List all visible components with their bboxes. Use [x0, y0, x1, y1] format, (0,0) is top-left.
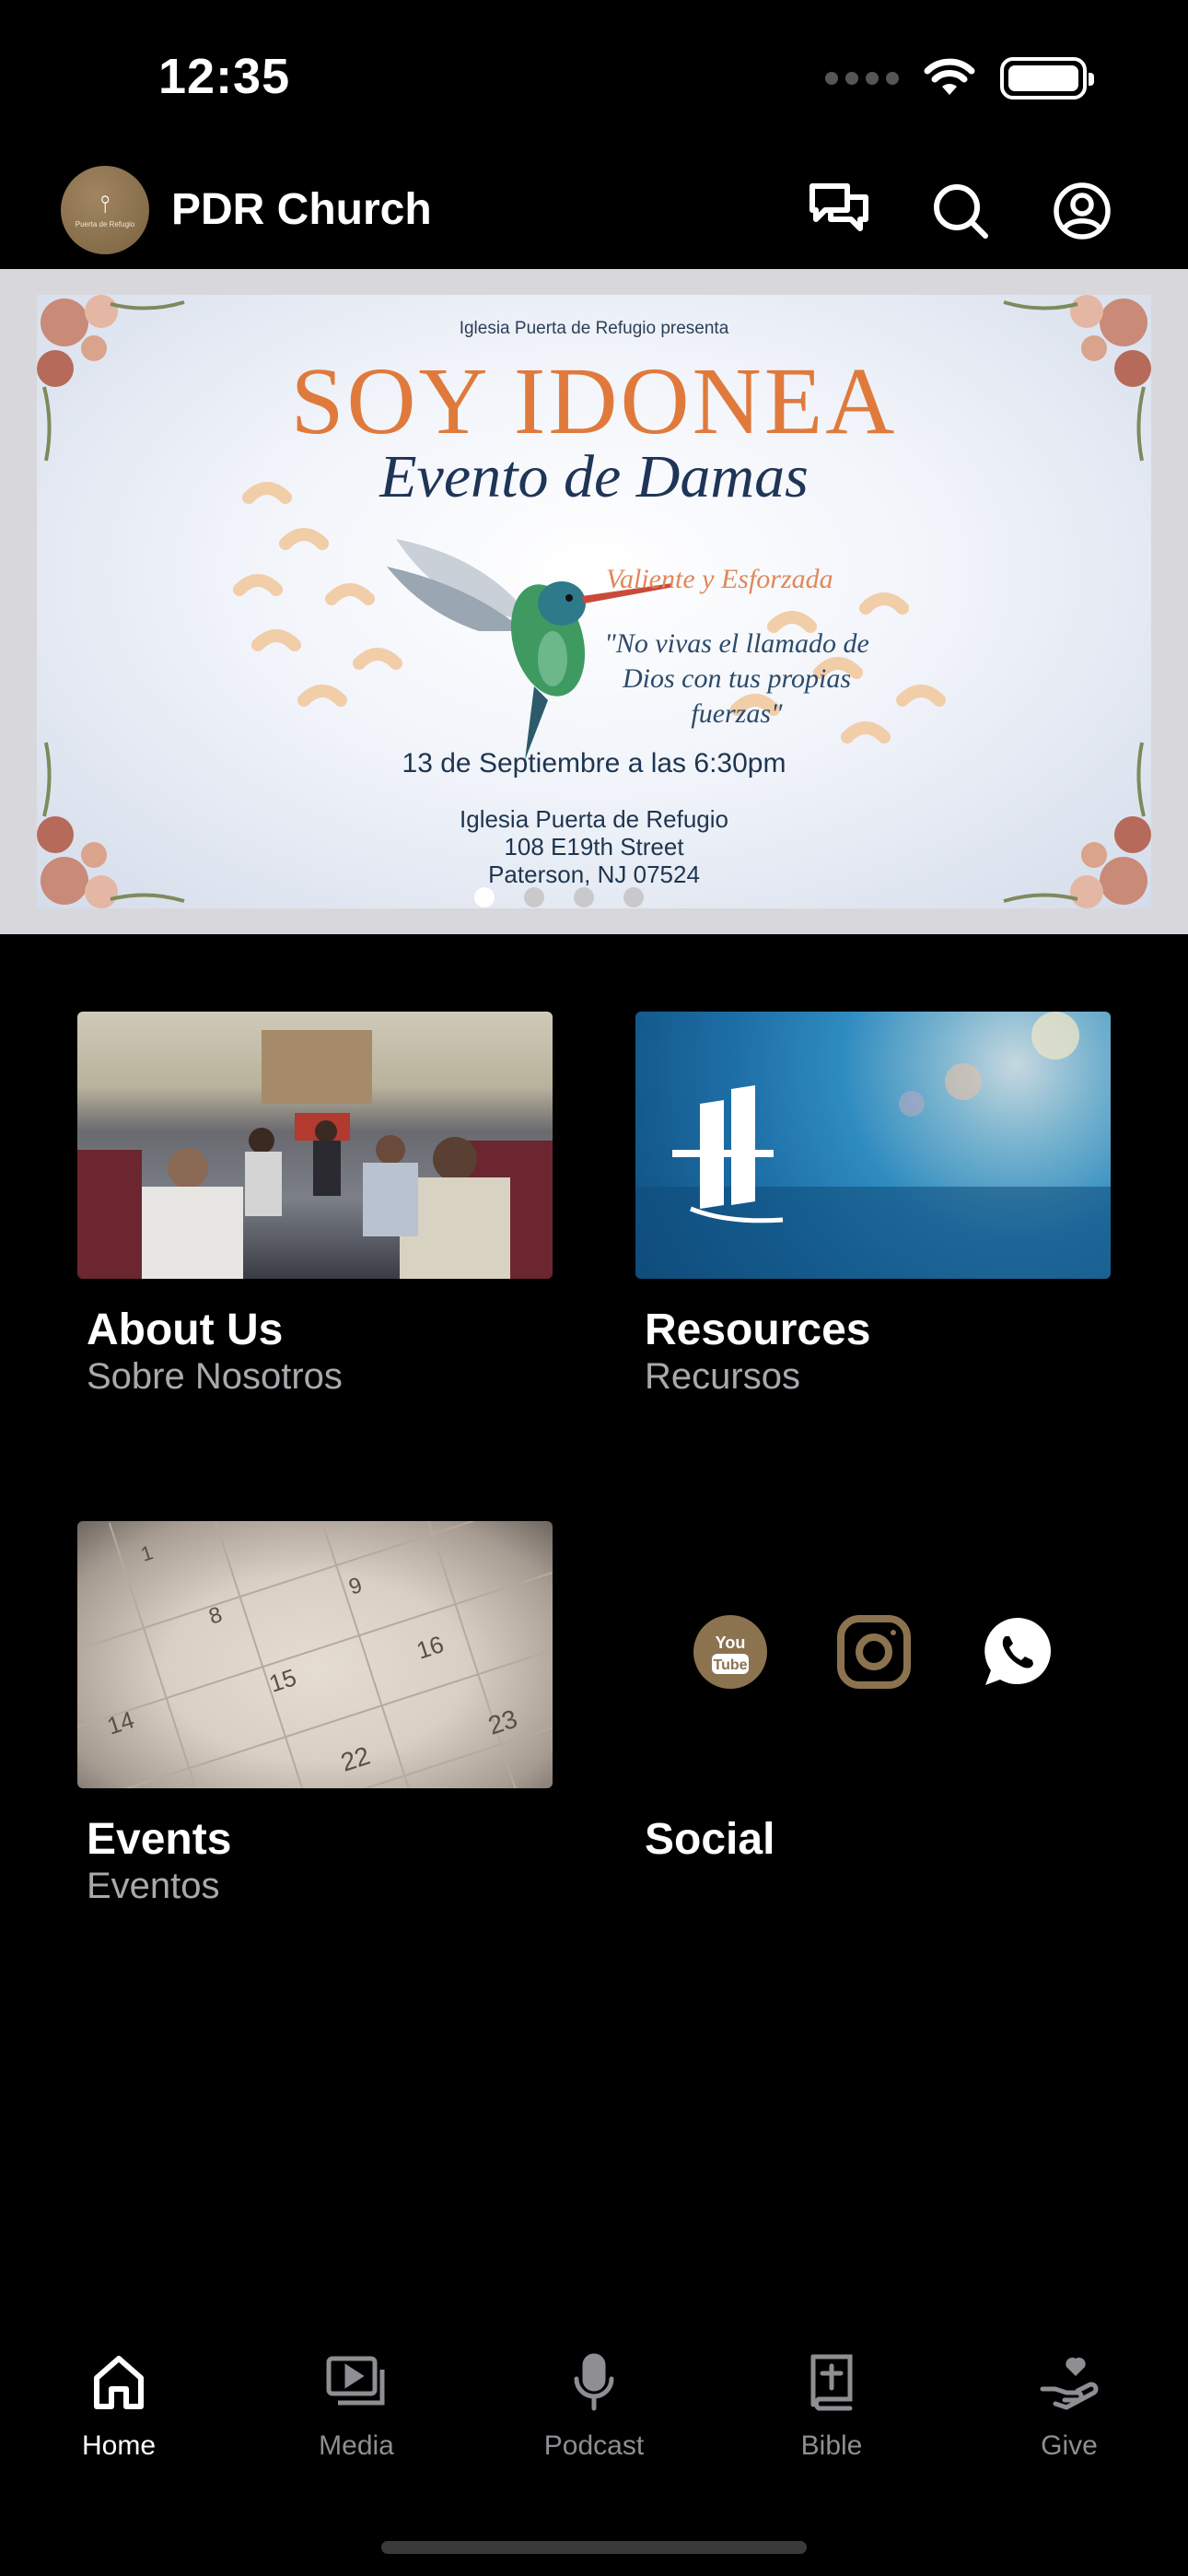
banner-venue-city: Paterson, NJ 07524 [488, 861, 700, 888]
tile-title: About Us [87, 1306, 284, 1354]
tab-home[interactable]: Home [0, 2348, 238, 2495]
wifi-icon [924, 58, 975, 95]
calendar-day: 22 [337, 1741, 373, 1777]
about-us-tile[interactable]: About Us Sobre Nosotros [77, 1012, 553, 1397]
tab-label: Podcast [543, 2430, 645, 2461]
pager-dot[interactable] [623, 887, 644, 907]
status-time: 12:35 [158, 49, 291, 104]
tab-media[interactable]: Media [238, 2348, 475, 2495]
app-header: ⫯ Puerta de Refugio PDR Church [0, 147, 1188, 269]
tab-podcast[interactable]: Podcast [475, 2348, 713, 2495]
tile-title: Events [87, 1815, 232, 1864]
resources-tile[interactable]: Resources Recursos [635, 1012, 1111, 1397]
banner-quote: "No vivas el llamado de Dios con tus pro… [604, 628, 869, 729]
status-indicators [825, 57, 1094, 100]
instagram-icon [837, 1615, 911, 1689]
door-logo-icon [635, 1012, 1111, 1279]
instagram-link[interactable] [836, 1614, 912, 1690]
home-indicator[interactable] [381, 2541, 807, 2554]
user-circle-icon [1054, 182, 1111, 240]
bottom-tab-bar: Home Media Podcast Bible Give [0, 2348, 1188, 2495]
calendar-day: 8 [206, 1602, 226, 1630]
status-bar: 12:35 [0, 0, 1188, 147]
tile-subtitle: Recursos [645, 1356, 800, 1397]
resources-image [635, 1012, 1111, 1279]
pager-dot-active[interactable] [474, 887, 495, 907]
tab-label: Give [1041, 2430, 1098, 2461]
events-tile[interactable]: 1 8 9 15 16 14 22 23 Events Eventos [77, 1521, 553, 1906]
calendar-photo: 1 8 9 15 16 14 22 23 [77, 1521, 553, 1788]
event-banner[interactable]: Iglesia Puerta de Refugio presenta SOY I… [37, 295, 1151, 908]
banner-carousel[interactable]: Iglesia Puerta de Refugio presenta SOY I… [0, 269, 1188, 934]
banner-venue: Iglesia Puerta de Refugio 108 E19th Stre… [37, 805, 1151, 888]
profile-button[interactable] [1050, 179, 1114, 243]
calendar-day: 9 [346, 1573, 366, 1600]
tab-label: Bible [800, 2430, 863, 2461]
banner-tagline: Valiente y Esforzada [606, 564, 833, 594]
pager-dot[interactable] [574, 887, 594, 907]
tab-label: Media [319, 2430, 394, 2461]
whatsapp-icon [984, 1618, 1051, 1685]
church-logo[interactable]: ⫯ Puerta de Refugio [61, 166, 149, 254]
search-button[interactable] [928, 179, 993, 243]
banner-title: SOY IDONEA [290, 348, 898, 454]
give-icon [1040, 2357, 1099, 2410]
bible-icon [810, 2354, 853, 2411]
tile-subtitle: Eventos [87, 1866, 220, 1906]
calendar-day: 14 [104, 1705, 138, 1739]
social-links: You Tube [693, 1614, 1055, 1690]
calendar-day: 16 [413, 1630, 448, 1664]
search-icon [934, 184, 988, 239]
events-image: 1 8 9 15 16 14 22 23 [77, 1521, 553, 1788]
svg-text:You: You [716, 1633, 746, 1652]
svg-text:Tube: Tube [713, 1657, 747, 1673]
pager-dot[interactable] [524, 887, 544, 907]
calendar-day: 1 [138, 1540, 156, 1566]
about-us-image [77, 1012, 553, 1279]
home-icon [94, 2356, 144, 2409]
banner-presenter: Iglesia Puerta de Refugio presenta [459, 319, 729, 338]
youtube-icon: You Tube [693, 1615, 767, 1689]
media-icon [326, 2356, 385, 2406]
tile-title: Social [645, 1815, 775, 1864]
banner-venue-name: Iglesia Puerta de Refugio [460, 805, 728, 833]
banner-date: 13 de Septiembre a las 6:30pm [402, 748, 786, 779]
app-title: PDR Church [171, 185, 432, 234]
tile-subtitle: Sobre Nosotros [87, 1356, 343, 1397]
messages-button[interactable] [807, 179, 871, 243]
banner-venue-street: 108 E19th Street [504, 833, 684, 861]
whatsapp-link[interactable] [980, 1614, 1055, 1690]
tile-title: Resources [645, 1306, 871, 1354]
chat-bubbles-icon [809, 183, 868, 231]
battery-icon [1000, 57, 1094, 100]
microphone-icon [574, 2353, 614, 2411]
congregation-photo [77, 1030, 553, 1279]
tab-label: Home [81, 2430, 157, 2461]
youtube-link[interactable]: You Tube [693, 1614, 768, 1690]
carousel-pager[interactable] [474, 887, 644, 907]
tab-give[interactable]: Give [950, 2348, 1188, 2495]
tab-bible[interactable]: Bible [713, 2348, 950, 2495]
cellular-signal-icon [825, 72, 899, 85]
